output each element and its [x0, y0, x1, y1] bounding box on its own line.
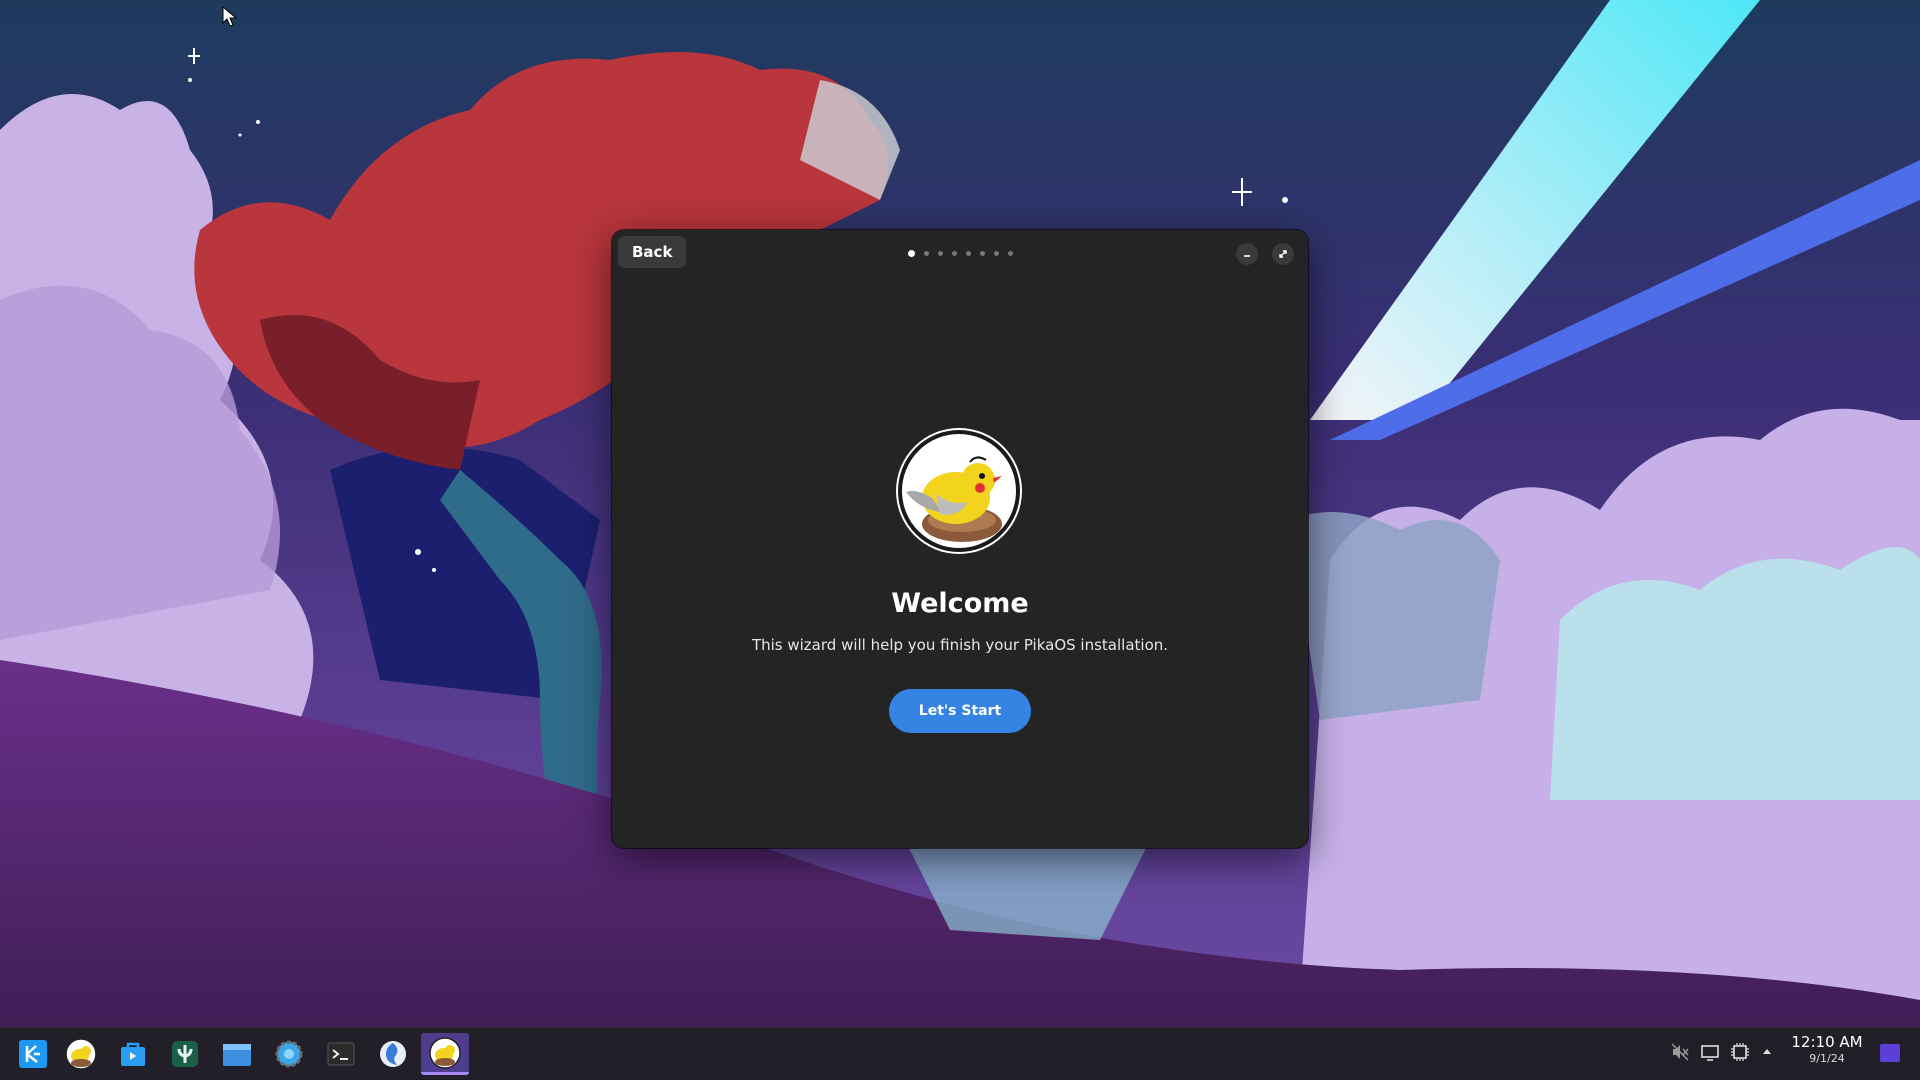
- page-dot[interactable]: [1008, 251, 1013, 256]
- page-dot[interactable]: [994, 251, 999, 256]
- volume-muted-button[interactable]: [1670, 1042, 1690, 1066]
- mouse-cursor-icon: [222, 5, 238, 32]
- software-store-icon: [121, 1042, 145, 1066]
- page-dot[interactable]: [924, 251, 929, 256]
- clock-date: 9/1/24: [1809, 1052, 1845, 1065]
- display-button[interactable]: [1700, 1042, 1720, 1066]
- clock[interactable]: 12:10 AM 9/1/24: [1782, 1032, 1872, 1066]
- kde-launcher-icon: [19, 1040, 47, 1068]
- file-manager-icon: [223, 1044, 251, 1066]
- back-button[interactable]: Back: [618, 236, 687, 268]
- software-store-button[interactable]: [109, 1033, 157, 1075]
- tray-expand-icon: [1763, 1049, 1771, 1054]
- first-setup-window: Back Welcome This wizard will help you f…: [612, 230, 1308, 848]
- page-dot[interactable]: [952, 251, 957, 256]
- terminal-button[interactable]: [317, 1033, 365, 1075]
- show-desktop-button[interactable]: [1880, 1044, 1900, 1062]
- window-headerbar: Back: [612, 230, 1308, 274]
- page-dot[interactable]: [938, 251, 943, 256]
- clock-time: 12:10 AM: [1791, 1033, 1863, 1051]
- maximize-button[interactable]: [1272, 243, 1294, 265]
- page-dot[interactable]: [966, 251, 971, 256]
- kde-connect-button[interactable]: [161, 1033, 209, 1075]
- volume-muted-icon: [1671, 1043, 1689, 1061]
- file-manager-button[interactable]: [213, 1033, 261, 1075]
- pikaos-logo: [896, 428, 1022, 554]
- page-indicator: [908, 250, 1013, 257]
- cpu-icon: [1731, 1043, 1749, 1061]
- display-icon: [1701, 1045, 1719, 1061]
- minimize-button[interactable]: [1236, 243, 1258, 265]
- page-dot[interactable]: [908, 250, 915, 257]
- system-settings-button[interactable]: [265, 1033, 313, 1075]
- lets-start-button[interactable]: Let's Start: [889, 689, 1031, 733]
- welcome-title: Welcome: [891, 588, 1029, 619]
- system-settings-icon: [275, 1040, 303, 1068]
- terminal-icon: [327, 1042, 355, 1066]
- tray-expand-button[interactable]: [1760, 1042, 1774, 1066]
- pika-first-setup-button[interactable]: [421, 1033, 469, 1075]
- kde-launcher-button[interactable]: [9, 1033, 57, 1075]
- kde-connect-icon: [172, 1041, 198, 1067]
- web-browser-button[interactable]: [369, 1033, 417, 1075]
- web-browser-icon: [380, 1041, 406, 1067]
- pika-first-setup-icon: [429, 1036, 461, 1069]
- pika-welcome-icon: [65, 1038, 97, 1070]
- welcome-subtitle: This wizard will help you finish your Pi…: [751, 636, 1169, 654]
- taskbar: 12:10 AM 9/1/24: [0, 1027, 1920, 1080]
- pika-welcome-button[interactable]: [57, 1033, 105, 1075]
- page-dot[interactable]: [980, 251, 985, 256]
- cpu-monitor-button[interactable]: [1730, 1042, 1750, 1066]
- minimize-icon: [1244, 255, 1250, 257]
- maximize-icon: [1279, 250, 1287, 258]
